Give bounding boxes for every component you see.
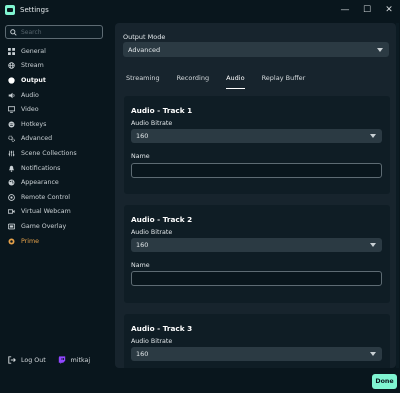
sidebar-item-scene-collections[interactable]: Scene Collections <box>0 146 114 161</box>
sidebar-item-label: General <box>21 47 46 55</box>
name-label: Name <box>131 262 150 269</box>
settings-panel: Output Mode Advanced Streaming Recording… <box>115 23 396 368</box>
sidebar-footer: Log Out mitkaj <box>0 352 114 368</box>
app-logo-icon <box>5 4 15 15</box>
sidebar-item-notifications[interactable]: Notifications <box>0 161 114 176</box>
track-name-input[interactable] <box>132 272 381 285</box>
output-mode-select[interactable]: Advanced <box>123 42 389 57</box>
tab-replay-buffer[interactable]: Replay Buffer <box>262 67 306 89</box>
audio-track-card: Audio - Track 2 Audio Bitrate 160 Name <box>124 205 390 303</box>
done-button[interactable]: Done <box>372 374 397 389</box>
chevron-down-icon <box>370 134 376 138</box>
sidebar-item-label: Appearance <box>21 179 59 187</box>
close-button[interactable]: ✕ <box>378 0 400 19</box>
monitor-icon <box>8 106 15 113</box>
audio-bitrate-label: Audio Bitrate <box>131 229 173 236</box>
track-name-field[interactable] <box>131 163 382 178</box>
sidebar-item-video[interactable]: Video <box>0 102 114 117</box>
camera-icon <box>8 208 15 215</box>
title-bar: Settings — ☐ ✕ <box>0 0 400 19</box>
sidebar-item-remote-control[interactable]: Remote Control <box>0 190 114 205</box>
chevron-down-icon <box>370 352 376 356</box>
sidebar-item-label: Game Overlay <box>21 222 67 230</box>
palette-icon <box>8 179 15 186</box>
logout-button[interactable]: Log Out <box>8 356 46 364</box>
output-mode-label: Output Mode <box>123 33 166 41</box>
minimize-button[interactable]: — <box>334 0 356 19</box>
sidebar-item-audio[interactable]: Audio <box>0 88 114 103</box>
search-input[interactable] <box>21 28 97 36</box>
audio-track-card: Audio - Track 1 Audio Bitrate 160 Name <box>124 96 390 194</box>
bell-icon <box>8 165 15 172</box>
audio-bitrate-label: Audio Bitrate <box>131 338 173 345</box>
sidebar-item-label: Hotkeys <box>21 120 47 128</box>
sidebar-item-label: Notifications <box>21 164 61 172</box>
audio-bitrate-value: 160 <box>136 350 149 358</box>
sidebar-item-label: Scene Collections <box>21 149 77 157</box>
sidebar-item-game-overlay[interactable]: Game Overlay <box>0 219 114 234</box>
track-name-field[interactable] <box>131 271 382 286</box>
output-tabs: Streaming Recording Audio Replay Buffer <box>115 67 396 89</box>
prime-icon <box>8 238 15 245</box>
tab-recording[interactable]: Recording <box>177 67 210 89</box>
audio-bitrate-select[interactable]: 160 <box>131 129 382 143</box>
keyboard-icon <box>8 121 15 128</box>
audio-bitrate-select[interactable]: 160 <box>131 347 382 361</box>
sidebar-item-label: Audio <box>21 91 39 99</box>
sidebar-item-hotkeys[interactable]: Hotkeys <box>0 117 114 132</box>
sidebar-item-virtual-webcam[interactable]: Virtual Webcam <box>0 205 114 220</box>
sidebar: General Stream Output Audio Video Hotkey… <box>0 19 114 393</box>
sidebar-nav: General Stream Output Audio Video Hotkey… <box>0 44 114 248</box>
sidebar-item-label: Output <box>21 76 46 84</box>
sidebar-item-prime[interactable]: Prime <box>0 234 114 249</box>
name-label: Name <box>131 153 150 160</box>
search-icon <box>10 28 17 36</box>
logout-label: Log Out <box>21 356 46 364</box>
tab-audio[interactable]: Audio <box>226 67 246 89</box>
output-mode-value: Advanced <box>128 45 161 54</box>
chevron-down-icon <box>370 243 376 247</box>
grid-icon <box>8 47 15 55</box>
sidebar-item-general[interactable]: General <box>0 44 114 59</box>
sidebar-item-output[interactable]: Output <box>0 73 114 88</box>
sidebar-item-label: Remote Control <box>21 193 71 201</box>
scrollbar[interactable] <box>396 23 399 368</box>
window-controls: — ☐ ✕ <box>334 0 400 19</box>
audio-bitrate-value: 160 <box>136 241 149 249</box>
circle-icon <box>8 77 15 84</box>
chevron-down-icon <box>377 47 383 52</box>
logout-icon <box>8 356 16 364</box>
gamepad-icon <box>8 223 15 230</box>
sliders-icon <box>8 150 15 157</box>
sidebar-item-appearance[interactable]: Appearance <box>0 175 114 190</box>
track-name-input[interactable] <box>132 164 381 177</box>
track-title: Audio - Track 3 <box>131 324 193 333</box>
sidebar-item-label: Advanced <box>21 135 53 143</box>
audio-bitrate-select[interactable]: 160 <box>131 238 382 252</box>
audio-track-card: Audio - Track 3 Audio Bitrate 160 <box>124 314 390 368</box>
audio-bitrate-label: Audio Bitrate <box>131 120 173 127</box>
gears-icon <box>8 135 15 143</box>
sidebar-item-label: Virtual Webcam <box>21 208 71 216</box>
remote-icon <box>8 193 15 201</box>
tab-streaming[interactable]: Streaming <box>126 67 160 89</box>
globe-icon <box>8 62 15 70</box>
track-title: Audio - Track 1 <box>131 106 193 115</box>
twitch-icon <box>58 356 65 364</box>
speaker-icon <box>8 92 15 99</box>
window-title: Settings <box>20 5 49 14</box>
sidebar-item-advanced[interactable]: Advanced <box>0 132 114 147</box>
maximize-button[interactable]: ☐ <box>356 0 378 19</box>
sidebar-item-label: Video <box>21 106 39 114</box>
track-title: Audio - Track 2 <box>131 215 193 224</box>
audio-bitrate-value: 160 <box>136 132 149 140</box>
sidebar-item-label: Prime <box>21 237 40 245</box>
user-account[interactable]: mitkaj <box>58 356 91 364</box>
sidebar-item-label: Stream <box>21 62 44 70</box>
username: mitkaj <box>70 356 91 364</box>
search-box[interactable] <box>5 25 103 39</box>
sidebar-item-stream[interactable]: Stream <box>0 59 114 74</box>
